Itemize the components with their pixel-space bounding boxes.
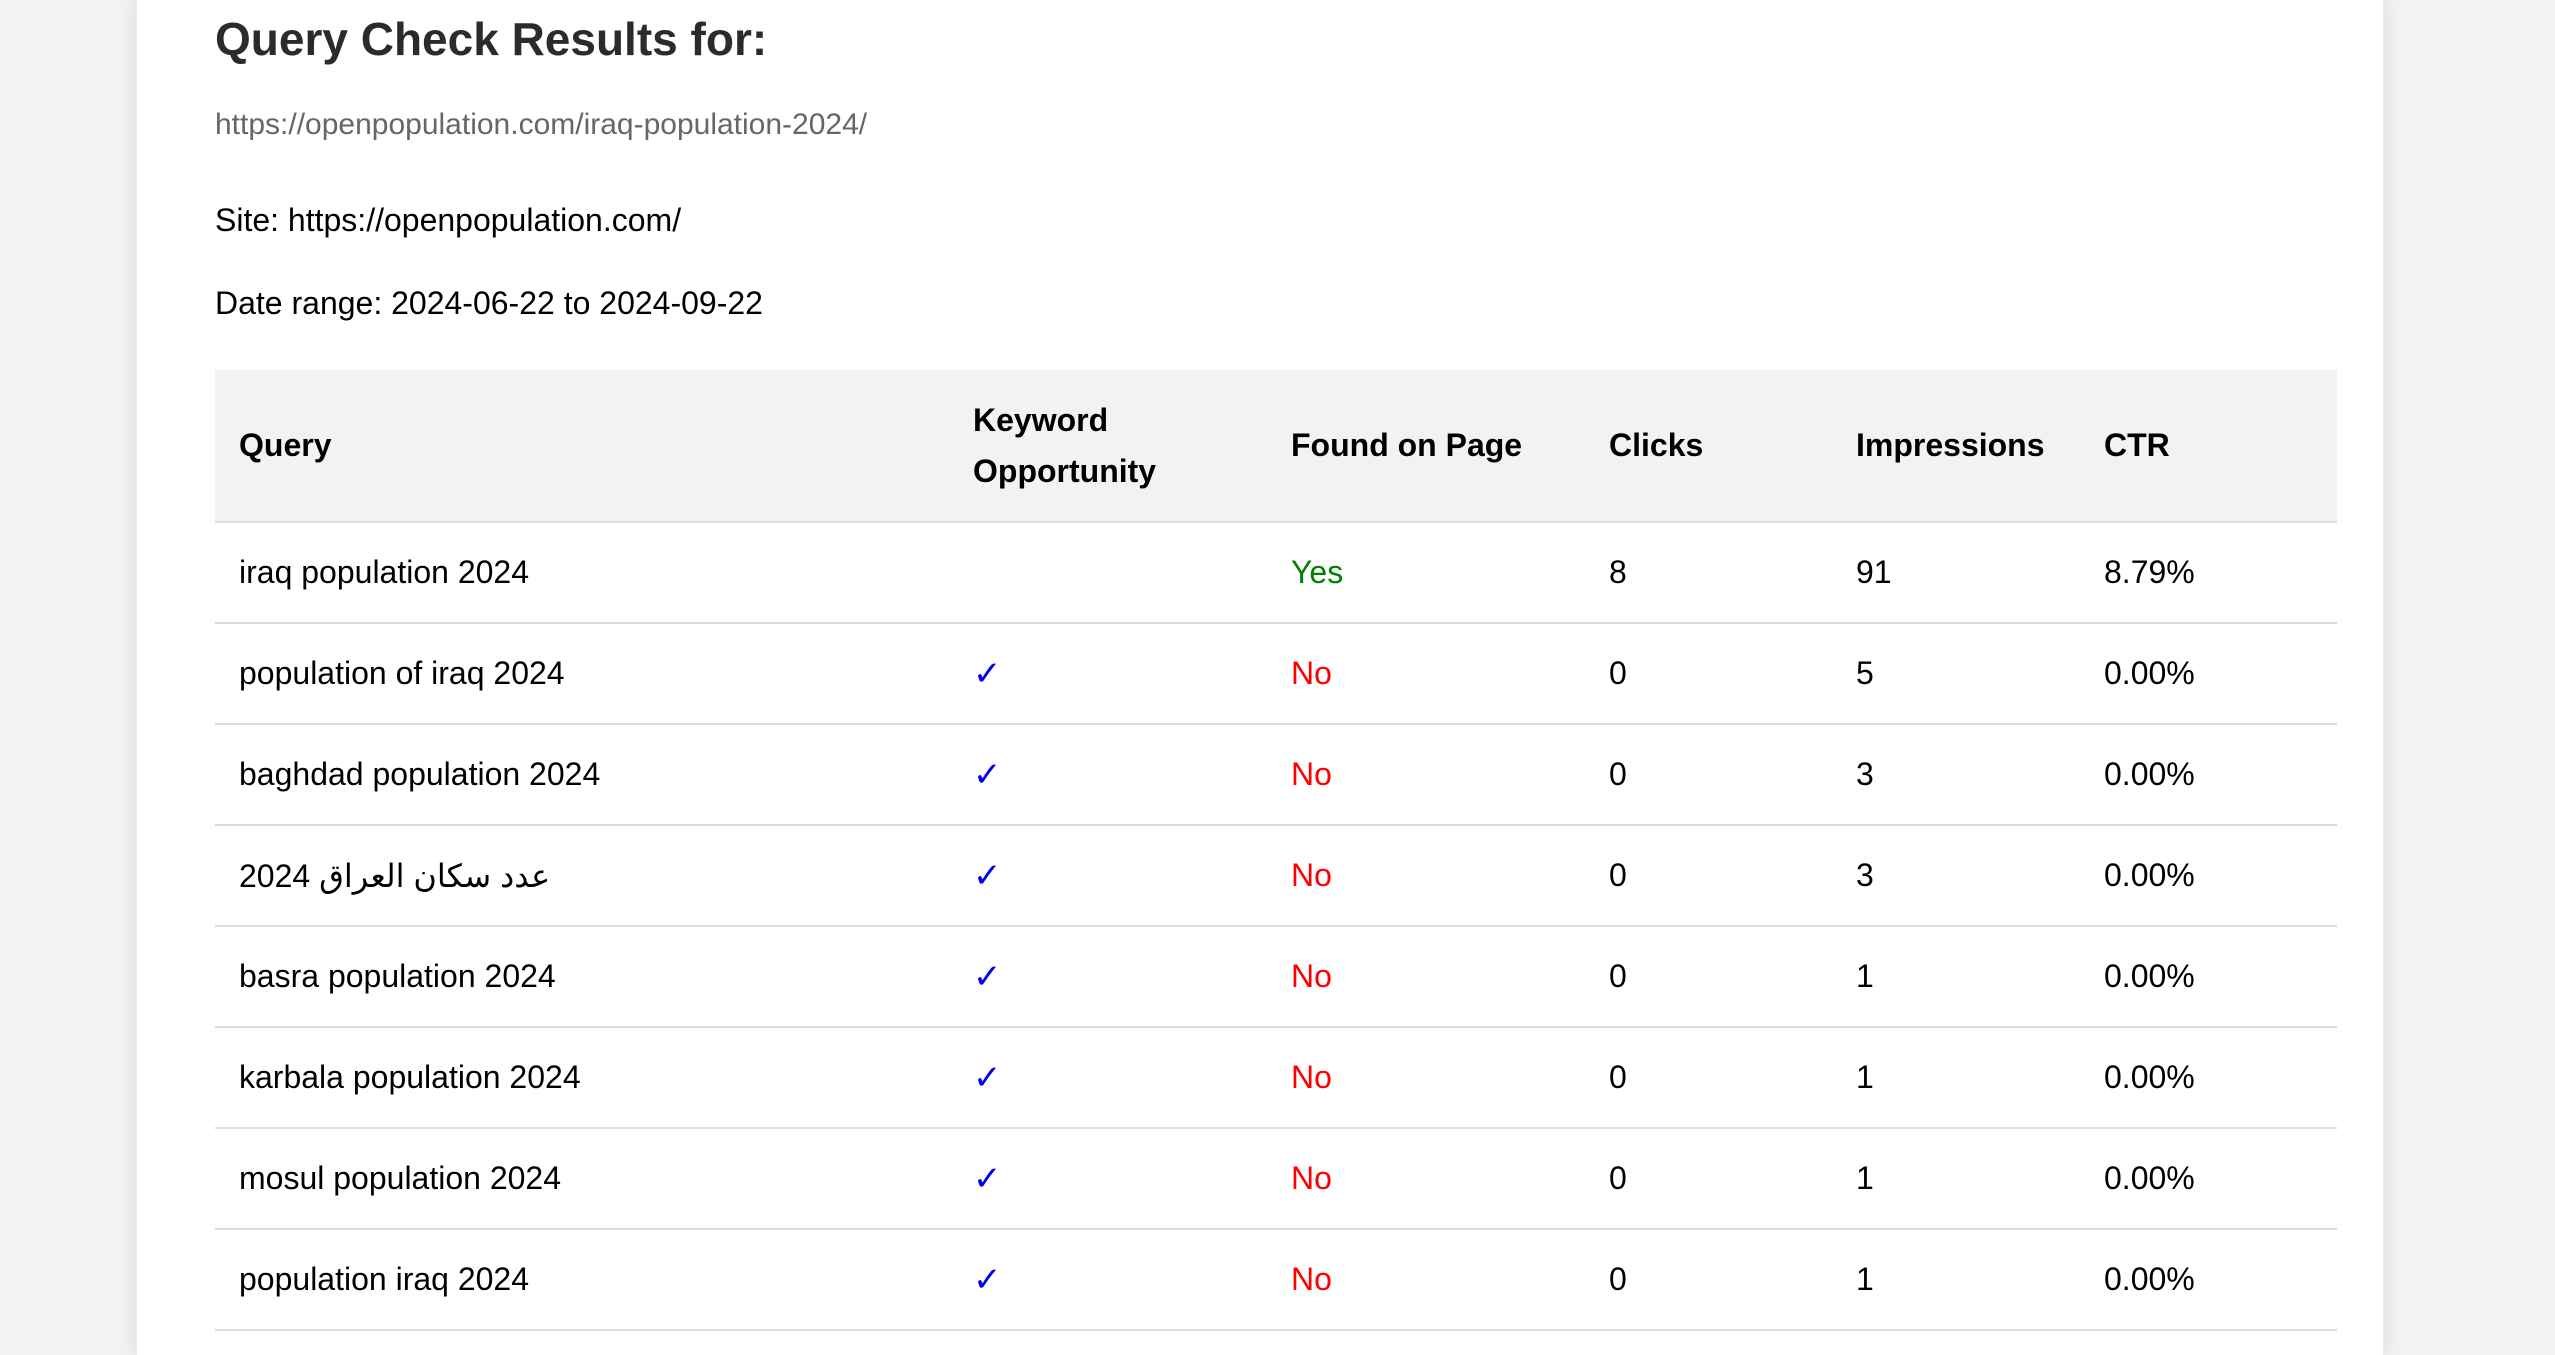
table-row: basra population 2024 ✓ No 0 1 0.00% [215, 926, 2337, 1028]
cell-found: No [1267, 1229, 1585, 1331]
check-icon: ✓ [949, 623, 1267, 725]
table-body: iraq population 2024 Yes 8 91 8.79% popu… [215, 522, 2337, 1331]
cell-impressions: 1 [1832, 926, 2080, 1028]
check-icon: ✓ [949, 1027, 1267, 1129]
date-range: Date range: 2024-06-22 to 2024-09-22 [215, 285, 763, 321]
cell-query: basra population 2024 [215, 926, 949, 1028]
cell-clicks: 0 [1585, 825, 1832, 927]
header-keyword-opportunity: Keyword Opportunity [949, 370, 1267, 523]
header-keyword-line2: Opportunity [973, 452, 1157, 489]
cell-ctr: 0.00% [2080, 1027, 2337, 1129]
table-header: Query Keyword Opportunity Found on Page … [215, 370, 2337, 523]
header-keyword-line1: Keyword [973, 401, 1109, 438]
header-impressions: Impressions [1832, 370, 2080, 523]
cell-query: population of iraq 2024 [215, 623, 949, 725]
cell-query: baghdad population 2024 [215, 724, 949, 826]
cell-impressions: 1 [1832, 1128, 2080, 1230]
cell-clicks: 8 [1585, 522, 1832, 624]
table-row: karbala population 2024 ✓ No 0 1 0.00% [215, 1027, 2337, 1129]
check-icon [949, 522, 1267, 624]
cell-clicks: 0 [1585, 1128, 1832, 1230]
cell-ctr: 0.00% [2080, 623, 2337, 725]
cell-ctr: 8.79% [2080, 522, 2337, 624]
cell-impressions: 3 [1832, 724, 2080, 826]
query-results-table: Query Keyword Opportunity Found on Page … [215, 370, 2337, 1331]
cell-query: عدد سكان العراق 2024 [215, 825, 949, 927]
page-title: Query Check Results for: [215, 13, 768, 65]
cell-found: No [1267, 926, 1585, 1028]
table-row: iraq population 2024 Yes 8 91 8.79% [215, 522, 2337, 624]
cell-found: Yes [1267, 522, 1585, 624]
header-ctr: CTR [2080, 370, 2337, 523]
results-card: Query Check Results for: https://openpop… [136, 0, 2384, 1355]
cell-clicks: 0 [1585, 1229, 1832, 1331]
check-icon: ✓ [949, 1128, 1267, 1230]
site-info: Site: https://openpopulation.com/ [215, 202, 682, 238]
cell-ctr: 0.00% [2080, 724, 2337, 826]
table-header-row: Query Keyword Opportunity Found on Page … [215, 370, 2337, 523]
cell-ctr: 0.00% [2080, 1229, 2337, 1331]
checked-url: https://openpopulation.com/iraq-populati… [215, 108, 868, 141]
cell-impressions: 3 [1832, 825, 2080, 927]
cell-impressions: 5 [1832, 623, 2080, 725]
table-row: population iraq 2024 ✓ No 0 1 0.00% [215, 1229, 2337, 1331]
header-query: Query [215, 370, 949, 523]
cell-query: iraq population 2024 [215, 522, 949, 624]
cell-impressions: 1 [1832, 1229, 2080, 1331]
table-row: عدد سكان العراق 2024 ✓ No 0 3 0.00% [215, 825, 2337, 927]
table-row: population of iraq 2024 ✓ No 0 5 0.00% [215, 623, 2337, 725]
cell-clicks: 0 [1585, 623, 1832, 725]
cell-clicks: 0 [1585, 1027, 1832, 1129]
table-row: baghdad population 2024 ✓ No 0 3 0.00% [215, 724, 2337, 826]
cell-impressions: 1 [1832, 1027, 2080, 1129]
check-icon: ✓ [949, 825, 1267, 927]
cell-query: population iraq 2024 [215, 1229, 949, 1331]
check-icon: ✓ [949, 926, 1267, 1028]
cell-found: No [1267, 1027, 1585, 1129]
cell-found: No [1267, 1128, 1585, 1230]
cell-query: karbala population 2024 [215, 1027, 949, 1129]
check-icon: ✓ [949, 724, 1267, 826]
cell-query: mosul population 2024 [215, 1128, 949, 1230]
cell-clicks: 0 [1585, 926, 1832, 1028]
cell-ctr: 0.00% [2080, 926, 2337, 1028]
cell-found: No [1267, 724, 1585, 826]
cell-ctr: 0.00% [2080, 825, 2337, 927]
check-icon: ✓ [949, 1229, 1267, 1331]
cell-impressions: 91 [1832, 522, 2080, 624]
cell-found: No [1267, 825, 1585, 927]
header-found-on-page: Found on Page [1267, 370, 1585, 523]
cell-found: No [1267, 623, 1585, 725]
header-clicks: Clicks [1585, 370, 1832, 523]
cell-clicks: 0 [1585, 724, 1832, 826]
table-row: mosul population 2024 ✓ No 0 1 0.00% [215, 1128, 2337, 1230]
cell-ctr: 0.00% [2080, 1128, 2337, 1230]
